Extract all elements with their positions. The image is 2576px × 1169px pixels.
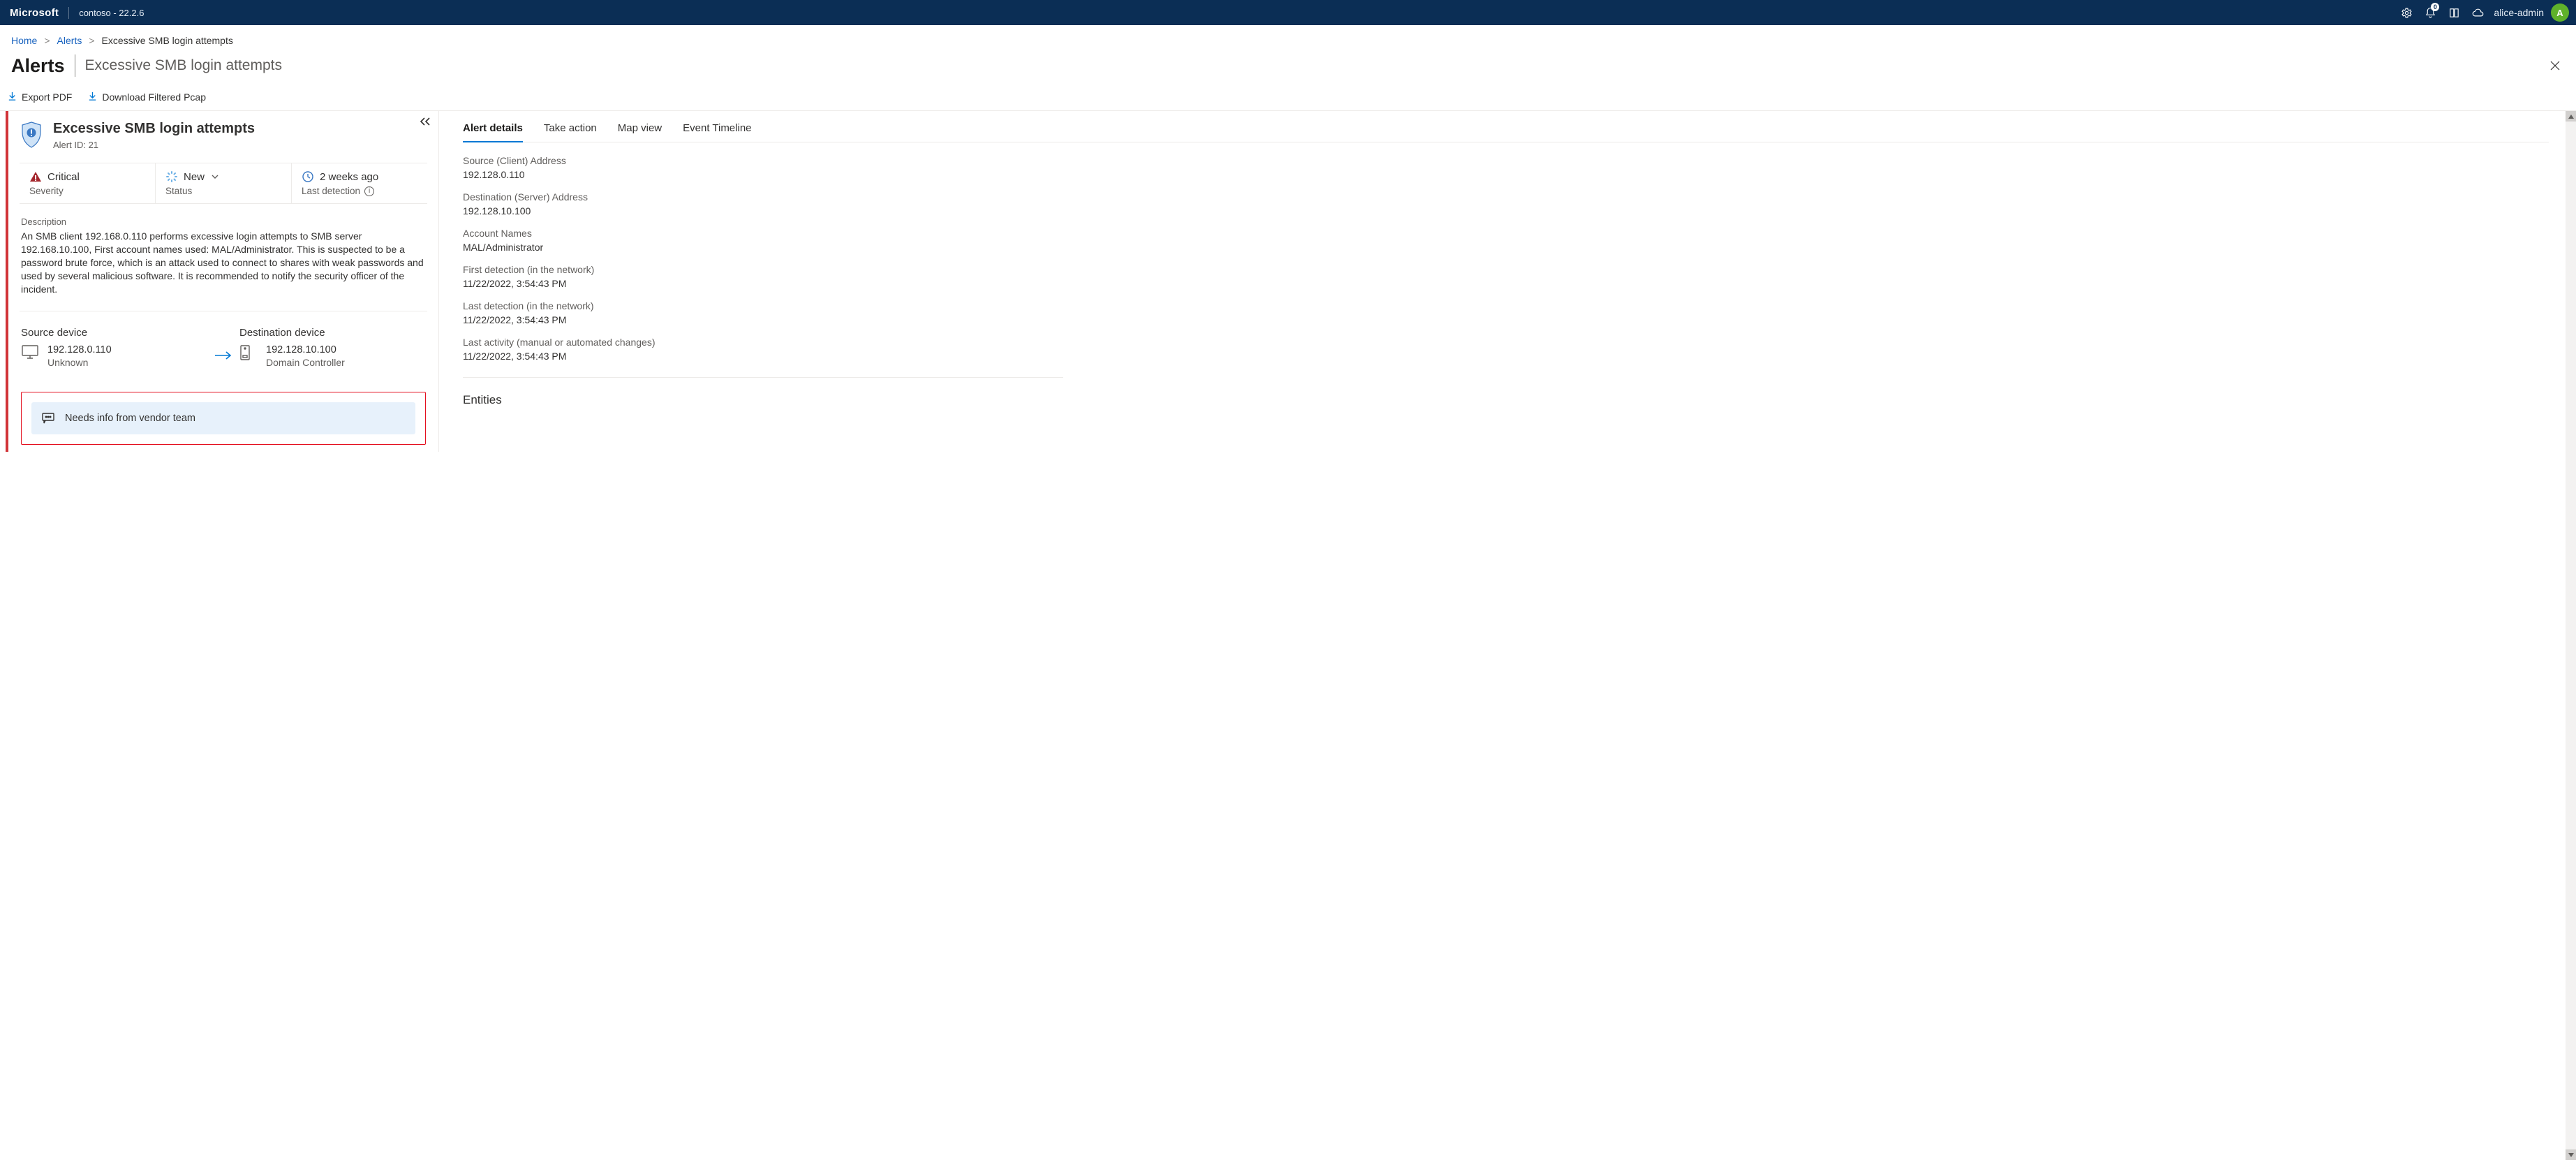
detail-dst-addr-value: 192.128.10.100 bbox=[463, 205, 1063, 216]
top-header: Microsoft contoso - 22.2.6 0 alice-admin… bbox=[0, 0, 2576, 25]
scroll-up-button[interactable] bbox=[2566, 111, 2576, 122]
info-icon[interactable]: i bbox=[364, 186, 374, 196]
detail-tabs: Alert details Take action Map view Event… bbox=[463, 115, 2549, 142]
detail-src-addr-value: 192.128.0.110 bbox=[463, 169, 1063, 180]
severity-value: Critical bbox=[47, 171, 80, 183]
description-label: Description bbox=[21, 216, 426, 227]
chevron-double-left-icon bbox=[419, 117, 431, 126]
alert-title: Excessive SMB login attempts bbox=[53, 121, 255, 137]
server-icon bbox=[239, 344, 258, 360]
status-value: New bbox=[184, 171, 205, 183]
settings-button[interactable] bbox=[2394, 0, 2418, 25]
source-type: Unknown bbox=[47, 357, 112, 368]
download-icon bbox=[87, 91, 98, 103]
cloud-button[interactable] bbox=[2466, 0, 2489, 25]
description-text: An SMB client 192.168.0.110 performs exc… bbox=[21, 230, 426, 295]
detail-last-det-value: 11/22/2022, 3:54:43 PM bbox=[463, 314, 1063, 325]
source-device-block: Source device 192.128.0.110 Unknown bbox=[21, 327, 207, 368]
download-icon bbox=[7, 91, 17, 103]
comment-item[interactable]: Needs info from vendor team bbox=[31, 402, 415, 434]
last-detection-cell: 2 weeks ago Last detection i bbox=[292, 163, 427, 203]
page-heading-row: Alerts Excessive SMB login attempts bbox=[0, 53, 2576, 87]
status-label: Status bbox=[165, 186, 192, 196]
tenant-label: contoso - 22.2.6 bbox=[79, 8, 144, 18]
detail-first-det-key: First detection (in the network) bbox=[463, 264, 1063, 275]
computer-icon bbox=[21, 344, 39, 360]
export-pdf-label: Export PDF bbox=[22, 91, 72, 103]
brand-logo: Microsoft bbox=[10, 7, 69, 19]
entities-heading: Entities bbox=[463, 393, 1063, 407]
clock-icon bbox=[302, 170, 314, 183]
docs-button[interactable] bbox=[2442, 0, 2466, 25]
status-cell[interactable]: New Status bbox=[156, 163, 292, 203]
close-icon bbox=[2549, 60, 2561, 71]
shield-alert-icon bbox=[20, 121, 43, 149]
alert-summary-pane: Excessive SMB login attempts Alert ID: 2… bbox=[6, 111, 438, 452]
devices-row: Source device 192.128.0.110 Unknown bbox=[20, 311, 427, 388]
destination-type: Domain Controller bbox=[266, 357, 345, 368]
vertical-scrollbar[interactable] bbox=[2566, 111, 2576, 1160]
description-block: Description An SMB client 192.168.0.110 … bbox=[20, 204, 427, 311]
download-pcap-label: Download Filtered Pcap bbox=[102, 91, 206, 103]
detail-first-det-value: 11/22/2022, 3:54:43 PM bbox=[463, 278, 1063, 289]
spinner-icon bbox=[165, 170, 178, 183]
alert-details-pane: Alert details Take action Map view Event… bbox=[438, 111, 2566, 452]
notifications-button[interactable]: 0 bbox=[2418, 0, 2442, 25]
breadcrumb-alerts[interactable]: Alerts bbox=[57, 35, 82, 46]
detail-last-act-value: 11/22/2022, 3:54:43 PM bbox=[463, 351, 1063, 362]
details-list: Source (Client) Address 192.128.0.110 De… bbox=[463, 142, 1063, 407]
detail-accounts-value: MAL/Administrator bbox=[463, 242, 1063, 253]
tab-map-view[interactable]: Map view bbox=[618, 115, 662, 142]
destination-ip: 192.128.10.100 bbox=[266, 344, 345, 355]
page-title: Excessive SMB login attempts bbox=[85, 57, 282, 74]
chat-icon bbox=[41, 412, 55, 425]
alert-meta-row: Critical Severity bbox=[20, 163, 427, 204]
gear-icon bbox=[2401, 7, 2413, 19]
user-name-label: alice-admin bbox=[2494, 7, 2544, 18]
critical-triangle-icon bbox=[29, 170, 42, 183]
breadcrumb: Home > Alerts > Excessive SMB login atte… bbox=[0, 25, 2576, 53]
tab-take-action[interactable]: Take action bbox=[544, 115, 597, 142]
comment-highlight-box: Needs info from vendor team bbox=[21, 392, 426, 445]
last-detection-value: 2 weeks ago bbox=[320, 171, 378, 183]
user-avatar[interactable]: A bbox=[2551, 3, 2569, 22]
detail-accounts-key: Account Names bbox=[463, 228, 1063, 239]
scroll-down-button[interactable] bbox=[2566, 1149, 2576, 1160]
triangle-down-icon bbox=[2568, 1153, 2574, 1157]
severity-cell: Critical Severity bbox=[20, 163, 156, 203]
detail-last-det-key: Last detection (in the network) bbox=[463, 300, 1063, 311]
book-icon bbox=[2448, 7, 2460, 19]
detail-src-addr-key: Source (Client) Address bbox=[463, 155, 1063, 166]
command-bar: Export PDF Download Filtered Pcap bbox=[0, 87, 2576, 111]
source-device-label: Source device bbox=[21, 327, 207, 339]
cloud-icon bbox=[2471, 7, 2485, 19]
alert-id-label: Alert ID: 21 bbox=[53, 140, 255, 150]
severity-label: Severity bbox=[29, 186, 64, 196]
triangle-up-icon bbox=[2568, 115, 2574, 119]
comment-text: Needs info from vendor team bbox=[65, 413, 195, 424]
source-ip: 192.128.0.110 bbox=[47, 344, 112, 355]
breadcrumb-home[interactable]: Home bbox=[11, 35, 37, 46]
download-pcap-button[interactable]: Download Filtered Pcap bbox=[87, 91, 206, 103]
detail-last-act-key: Last activity (manual or automated chang… bbox=[463, 337, 1063, 348]
export-pdf-button[interactable]: Export PDF bbox=[7, 91, 72, 103]
notification-count-badge: 0 bbox=[2431, 3, 2439, 11]
last-detection-label: Last detection bbox=[302, 186, 360, 196]
breadcrumb-sep-1: > bbox=[44, 35, 50, 46]
detail-dst-addr-key: Destination (Server) Address bbox=[463, 191, 1063, 203]
close-panel-button[interactable] bbox=[2545, 56, 2565, 75]
collapse-pane-button[interactable] bbox=[419, 117, 431, 128]
flow-arrow-icon bbox=[207, 327, 239, 362]
breadcrumb-current: Excessive SMB login attempts bbox=[102, 35, 233, 46]
tab-event-timeline[interactable]: Event Timeline bbox=[683, 115, 751, 142]
status-chevron-down-icon bbox=[210, 172, 220, 182]
destination-device-label: Destination device bbox=[239, 327, 426, 339]
section-title: Alerts bbox=[11, 55, 75, 77]
tab-alert-details[interactable]: Alert details bbox=[463, 115, 523, 142]
destination-device-block: Destination device 192.128.10.100 Domain… bbox=[239, 327, 426, 368]
breadcrumb-sep-2: > bbox=[89, 35, 94, 46]
details-divider bbox=[463, 377, 1063, 378]
